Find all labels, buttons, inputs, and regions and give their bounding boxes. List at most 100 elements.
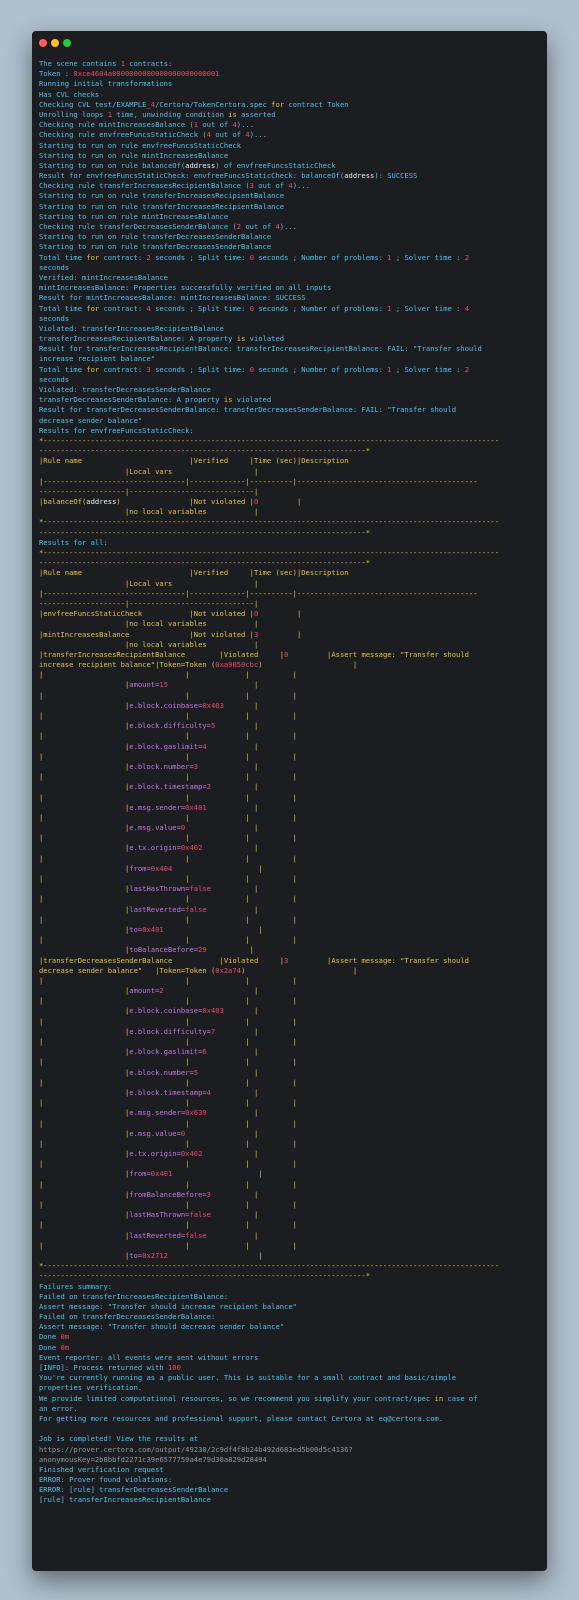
terminal-text-segment: |Rule name |Verified |Time (sec)|Descrip… bbox=[39, 456, 349, 466]
terminal-text-segment: | bbox=[206, 904, 259, 914]
terminal-text-segment: Results for envfreeFuncsStaticCheck: bbox=[39, 425, 194, 435]
terminal-line: For getting more resources and professio… bbox=[39, 1414, 541, 1424]
terminal-line: Total time for contract: 3 seconds ; Spl… bbox=[39, 365, 541, 375]
terminal-text-segment: | bbox=[206, 1047, 259, 1057]
terminal-line: decrease sender balance" |Token=Token (0… bbox=[39, 966, 541, 976]
terminal-text-segment: Result for mintIncreasesBalance: mintInc… bbox=[39, 293, 306, 303]
terminal-line: Starting to run on rule envfreeFuncsStat… bbox=[39, 141, 541, 151]
terminal-text-segment: out of bbox=[253, 181, 289, 191]
terminal-text-segment: 0x2712 bbox=[142, 1250, 168, 1260]
terminal-text-segment: |no local variables | bbox=[39, 619, 259, 629]
terminal-line: Assert message: "Transfer should increas… bbox=[39, 1302, 541, 1312]
terminal-text-segment: | | | | bbox=[39, 1179, 478, 1189]
terminal-text-segment: | bbox=[39, 782, 130, 792]
terminal-text-segment: seconds ; Number of problems: bbox=[254, 303, 388, 313]
terminal-text-segment: transferDecreasesSenderBalance: A proper… bbox=[39, 395, 224, 405]
terminal-text-segment: | | | | bbox=[39, 1240, 478, 1250]
terminal-text-segment: Checking rule transferDecreasesSenderBal… bbox=[39, 222, 237, 231]
terminal-text-segment: | bbox=[258, 629, 302, 639]
terminal-line: | | | | bbox=[39, 915, 541, 925]
terminal-text-segment: 0x401 bbox=[185, 802, 207, 812]
terminal-text-segment: | | | | bbox=[39, 751, 478, 761]
terminal-text-segment: increase recipient balance"|Token=Token … bbox=[39, 660, 216, 670]
terminal-text-segment: violated bbox=[232, 395, 272, 405]
terminal-line: ERROR: [rule] transferDecreasesSenderBal… bbox=[39, 1485, 541, 1495]
terminal-text-segment: | bbox=[210, 1087, 259, 1097]
terminal-text-segment: 0x401 bbox=[142, 924, 164, 934]
terminal-text-segment: | bbox=[39, 1250, 130, 1260]
terminal-line: Checking rule mintIncreasesBalance (1 ou… bbox=[39, 120, 541, 130]
terminal-text-segment: | bbox=[39, 1149, 130, 1159]
terminal-text-segment: )... bbox=[292, 181, 310, 191]
terminal-text-segment: 100 bbox=[167, 1363, 181, 1372]
terminal-line: Results for all: bbox=[39, 538, 541, 548]
close-window-button[interactable] bbox=[39, 39, 47, 47]
terminal-line: anonymousKey=2b8bbfd2271c39e6577759a4e79… bbox=[39, 1455, 541, 1465]
terminal-text-segment: out of bbox=[198, 120, 233, 130]
terminal-line: |e.block.difficulty=7 | bbox=[39, 1027, 541, 1037]
terminal-text-segment: seconds bbox=[39, 262, 70, 272]
terminal-text-segment: |transferDecreasesSenderBalance |Violate… bbox=[39, 955, 285, 965]
terminal-line: |e.msg.value=0 | bbox=[39, 1129, 541, 1139]
terminal-line: |e.msg.value=0 | bbox=[39, 823, 541, 833]
terminal-text-segment: | bbox=[167, 1250, 263, 1260]
terminal-text-segment: | bbox=[258, 497, 302, 507]
maximize-window-button[interactable] bbox=[63, 39, 71, 47]
terminal-text-segment: seconds ; Number of problems: bbox=[254, 252, 388, 262]
terminal-text-segment: 2 bbox=[464, 252, 470, 262]
terminal-line: |balanceOf(address) |Not violated |0 | bbox=[39, 497, 541, 507]
terminal-line: |no local variables | bbox=[39, 507, 541, 517]
terminal-text-segment: mintIncreasesBalance: Properties success… bbox=[39, 283, 332, 293]
minimize-window-button[interactable] bbox=[51, 39, 59, 47]
terminal-text-segment: | bbox=[39, 1087, 130, 1097]
terminal-text-segment: seconds ; Split time: bbox=[150, 303, 250, 313]
terminal-text-segment: | | | | bbox=[39, 1037, 478, 1046]
terminal-line: |no local variables | bbox=[39, 619, 541, 629]
terminal-text-segment: ) |Not violated | bbox=[116, 497, 254, 507]
terminal-line: Event reporter: all events were sent wit… bbox=[39, 1353, 541, 1363]
terminal-text-segment: *---------------------------------------… bbox=[39, 548, 499, 557]
terminal-text-segment: | bbox=[198, 1067, 259, 1077]
terminal-text-segment: Starting to run on rule transferDecrease… bbox=[39, 242, 272, 252]
terminal-text-segment: | bbox=[163, 924, 263, 934]
terminal-text-segment: | bbox=[39, 1189, 130, 1199]
terminal-text-segment: | bbox=[39, 700, 130, 710]
terminal-line: ----------------------------------------… bbox=[39, 558, 541, 568]
terminal-text-segment: | bbox=[198, 761, 259, 771]
terminal-text-segment: e.msg.value= bbox=[129, 1128, 181, 1138]
terminal-line: Checking rule envfreeFuncsStaticCheck (4… bbox=[39, 130, 541, 140]
terminal-text-segment: | bbox=[39, 945, 130, 955]
terminal-line: Failures summary: bbox=[39, 1282, 541, 1292]
terminal-line: Total time for contract: 2 seconds ; Spl… bbox=[39, 253, 541, 263]
terminal-text-segment: 0m bbox=[60, 1332, 70, 1342]
terminal-line: | | | | bbox=[39, 935, 541, 945]
terminal-text-segment: address bbox=[185, 160, 216, 170]
terminal-text-segment: ; Solver time : bbox=[391, 364, 465, 374]
terminal-text-segment: |Assert message: "Transfer should bbox=[288, 955, 469, 965]
terminal-text-segment: contract Token bbox=[284, 99, 349, 109]
terminal-text-segment: 0x403 bbox=[202, 1006, 224, 1016]
terminal-line: seconds bbox=[39, 314, 541, 324]
terminal-text-segment: contract: bbox=[99, 364, 147, 374]
terminal-line: | | | | bbox=[39, 1037, 541, 1047]
terminal-text-segment: Violated: transferDecreasesSenderBalance bbox=[39, 385, 211, 394]
terminal-text-segment: | bbox=[39, 843, 130, 853]
terminal-line: Violated: transferIncreasesRecipientBala… bbox=[39, 324, 541, 334]
terminal-text-segment: | | | | bbox=[39, 1118, 478, 1128]
terminal-line: |e.block.coinbase=0x403 | bbox=[39, 1006, 541, 1016]
terminal-output: The scene contains 1 contracts: Token : 0… bbox=[39, 59, 541, 1565]
terminal-text-segment: address bbox=[86, 497, 117, 507]
terminal-text-segment: Result for envfreeFuncsStaticCheck: envf… bbox=[39, 171, 345, 181]
terminal-text-segment: Has CVL checks bbox=[39, 89, 100, 99]
terminal-line: | | | | bbox=[39, 772, 541, 782]
terminal-line: |---------------------------------|-----… bbox=[39, 589, 541, 599]
terminal-text-segment: | | | | bbox=[39, 1138, 478, 1148]
terminal-line: |Local vars | bbox=[39, 467, 541, 477]
terminal-line: Starting to run on rule mintIncreasesBal… bbox=[39, 212, 541, 222]
terminal-line: | | | | bbox=[39, 711, 541, 721]
terminal-text-segment: | bbox=[206, 1108, 259, 1118]
terminal-line: | | | | bbox=[39, 1119, 541, 1129]
terminal-text-segment: lastReverted= bbox=[129, 904, 186, 914]
terminal-text-segment: for bbox=[86, 252, 100, 262]
terminal-text-segment: seconds bbox=[39, 313, 70, 323]
